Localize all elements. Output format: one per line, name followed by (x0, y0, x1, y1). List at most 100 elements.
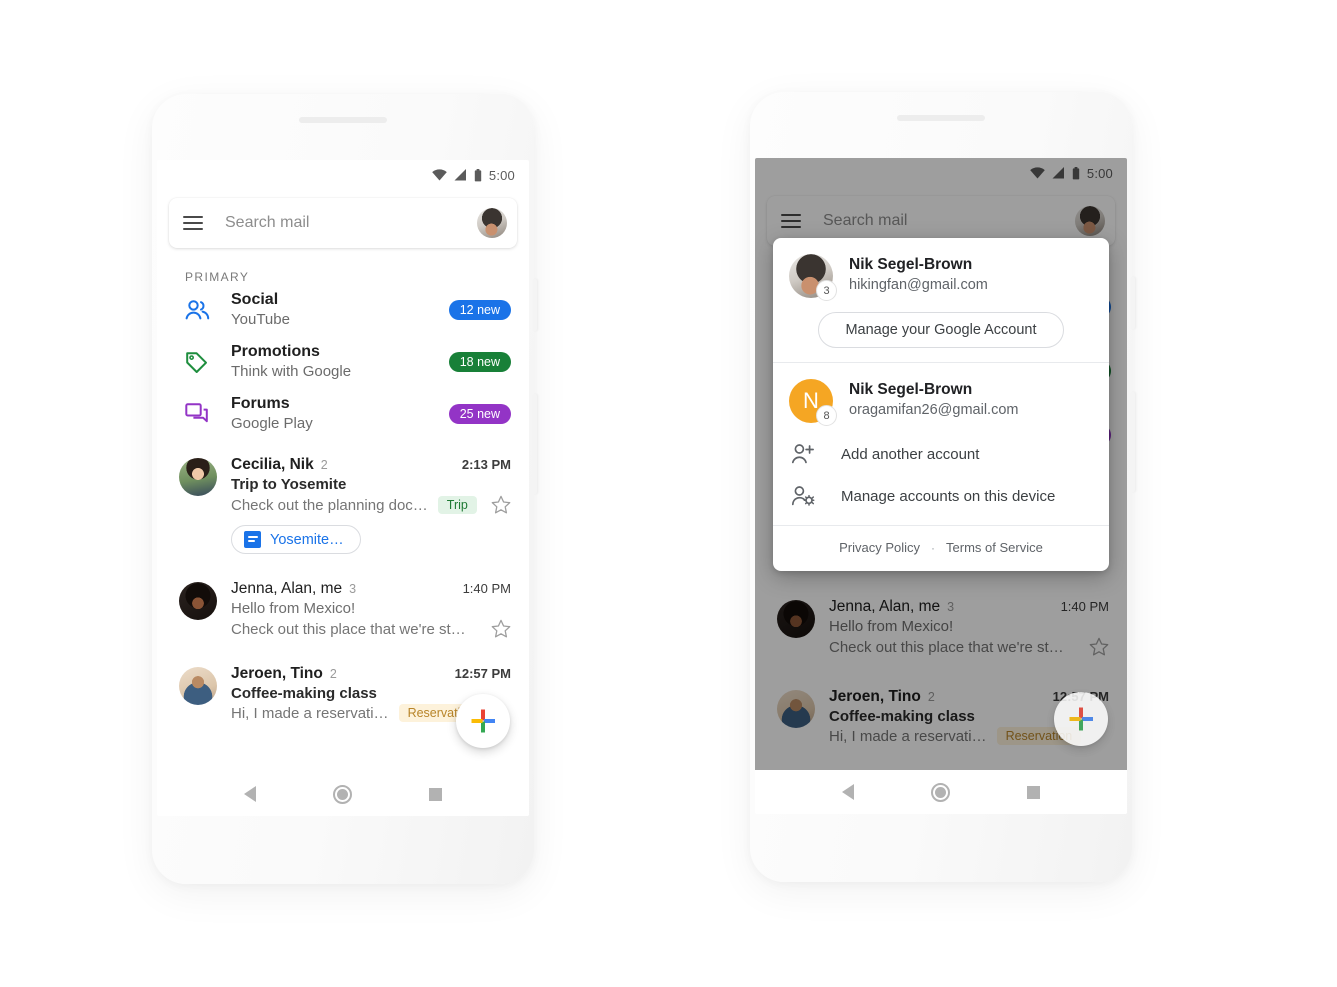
mail-time: 1:40 PM (462, 581, 511, 596)
search-bar-left[interactable]: Search mail (169, 198, 517, 248)
home-nav-icon[interactable] (930, 782, 950, 802)
menu-item-add-account[interactable]: Add another account (773, 433, 1109, 475)
manage-google-account-button[interactable]: Manage your Google Account (818, 312, 1064, 348)
mail-header-line: Cecilia, Nik 2 2:13 PM (231, 456, 511, 474)
forums-chat-icon (185, 403, 219, 425)
category-subtitle: Google Play (231, 415, 313, 433)
compose-plus-icon (1069, 707, 1093, 731)
mail-thread-count: 2 (927, 690, 935, 704)
earpiece-speaker (897, 115, 985, 121)
mail-snippet-line: Check out the planning doc… Trip (231, 495, 511, 515)
phone-right-screen: 5:00 Search mail Jenna, Alan, me 3 1:40 … (755, 158, 1127, 814)
category-subtitle: Think with Google (231, 363, 352, 381)
recents-nav-icon[interactable] (429, 787, 443, 801)
table-row[interactable]: Cecilia, Nik 2 2:13 PM Trip to Yosemite … (157, 440, 529, 566)
mail-snippet: Check out the planning doc… (231, 496, 428, 514)
primary-account-block: 3 Nik Segel-Brown hikingfan@gmail.com Ma… (773, 238, 1109, 362)
star-outline-icon[interactable] (481, 619, 511, 639)
table-row[interactable]: Jenna, Alan, me 3 1:40 PM Hello from Mex… (755, 586, 1127, 669)
account-avatar-left[interactable] (477, 208, 507, 238)
table-row[interactable]: Jenna, Alan, me 3 1:40 PM Hello from Mex… (157, 566, 529, 651)
mail-subject: Hello from Mexico! (829, 618, 954, 635)
avatar (777, 690, 815, 728)
hamburger-menu-icon[interactable] (781, 214, 801, 228)
google-docs-icon (244, 531, 261, 548)
signal-icon (454, 169, 466, 181)
mail-body: Jenna, Alan, me 3 1:40 PM Hello from Mex… (231, 580, 511, 639)
privacy-policy-link[interactable]: Privacy Policy (839, 540, 920, 555)
category-badge-promotions: 18 new (448, 352, 511, 372)
back-nav-icon[interactable] (243, 786, 256, 802)
category-text-social: Social YouTube (231, 290, 449, 330)
manage-accounts-icon (789, 485, 817, 507)
attachment-chip[interactable]: Yosemite… (231, 525, 361, 554)
mail-thread-count: 2 (329, 667, 337, 681)
compose-fab-left[interactable] (456, 694, 510, 748)
mail-subject: Hello from Mexico! (231, 600, 356, 617)
terms-of-service-link[interactable]: Terms of Service (946, 540, 1043, 555)
unread-count-badge: 8 (816, 405, 837, 426)
volume-button-right[interactable] (1131, 277, 1135, 329)
account-avatar-right[interactable] (1075, 206, 1105, 236)
secondary-account-info: Nik Segel-Brown oragamifan26@gmail.com (849, 379, 1018, 418)
hamburger-menu-icon[interactable] (183, 216, 203, 230)
status-bar-left: 5:00 (157, 160, 529, 190)
category-row-forums[interactable]: Forums Google Play 25 new (157, 388, 529, 440)
recents-nav-icon[interactable] (1027, 785, 1041, 799)
category-badge-social: 12 new (448, 300, 511, 320)
mail-header-line: Jeroen, Tino 2 12:57 PM (231, 665, 511, 683)
menu-item-label: Manage accounts on this device (841, 487, 1056, 505)
mail-thread-count: 2 (320, 458, 328, 472)
manage-button-row: Manage your Google Account (789, 312, 1093, 348)
avatar (777, 600, 815, 638)
status-icons-left (432, 168, 482, 182)
battery-icon (1072, 166, 1080, 179)
menu-item-label: Add another account (841, 445, 980, 463)
social-people-icon (185, 300, 219, 320)
search-input-left[interactable]: Search mail (225, 214, 477, 232)
mail-thread-count: 3 (349, 582, 357, 596)
back-nav-icon[interactable] (841, 784, 854, 800)
wifi-icon (1030, 167, 1045, 179)
secondary-avatar-wrap: N 8 (789, 379, 837, 426)
compose-fab-right[interactable] (1054, 692, 1108, 746)
star-outline-icon[interactable] (481, 495, 511, 515)
mail-snippet: Check out this place that we're st… (829, 638, 1064, 656)
avatar (179, 458, 217, 496)
android-nav-bar-right (755, 770, 1127, 814)
mail-snippet: Hi, I made a reservati… (829, 727, 987, 745)
phone-left: 5:00 Search mail PRIMARY Social YouTube … (152, 94, 537, 884)
power-button-right[interactable] (1131, 392, 1135, 492)
status-time-left: 5:00 (488, 167, 515, 183)
category-title: Forums (231, 395, 290, 413)
footer-separator: · (931, 540, 936, 555)
status-bar-right: 5:00 (755, 158, 1127, 188)
category-text-promotions: Promotions Think with Google (231, 342, 449, 382)
status-badge: Trip (437, 496, 477, 514)
add-person-icon (789, 443, 817, 465)
secondary-account-block[interactable]: N 8 Nik Segel-Brown oragamifan26@gmail.c… (773, 363, 1109, 433)
mail-time: 12:57 PM (454, 666, 511, 681)
home-nav-icon[interactable] (332, 784, 352, 804)
mail-snippet-line: Check out this place that we're st… (829, 637, 1109, 657)
mail-snippet-line: Check out this place that we're st… (231, 619, 511, 639)
promotions-tag-icon (185, 351, 219, 374)
earpiece-speaker (299, 117, 387, 123)
mail-sender: Jenna, Alan, me (829, 598, 941, 615)
status-time-right: 5:00 (1086, 165, 1113, 181)
mail-snippet: Check out this place that we're st… (231, 620, 466, 638)
unread-count-badge: 3 (816, 280, 837, 301)
search-input-right[interactable]: Search mail (823, 212, 1075, 230)
menu-item-manage-accounts[interactable]: Manage accounts on this device (773, 475, 1109, 517)
primary-account-info: Nik Segel-Brown hikingfan@gmail.com (849, 254, 988, 293)
category-subtitle: YouTube (231, 311, 290, 329)
mail-body: Jenna, Alan, me 3 1:40 PM Hello from Mex… (829, 598, 1109, 657)
category-row-social[interactable]: Social YouTube 12 new (157, 284, 529, 336)
mail-sender: Jeroen, Tino (231, 665, 323, 682)
volume-button-left[interactable] (533, 279, 537, 331)
secondary-account-header[interactable]: N 8 Nik Segel-Brown oragamifan26@gmail.c… (789, 379, 1093, 426)
star-outline-icon[interactable] (1079, 637, 1109, 657)
primary-account-header[interactable]: 3 Nik Segel-Brown hikingfan@gmail.com (789, 254, 1093, 301)
power-button-left[interactable] (533, 394, 537, 494)
category-row-promotions[interactable]: Promotions Think with Google 18 new (157, 336, 529, 388)
